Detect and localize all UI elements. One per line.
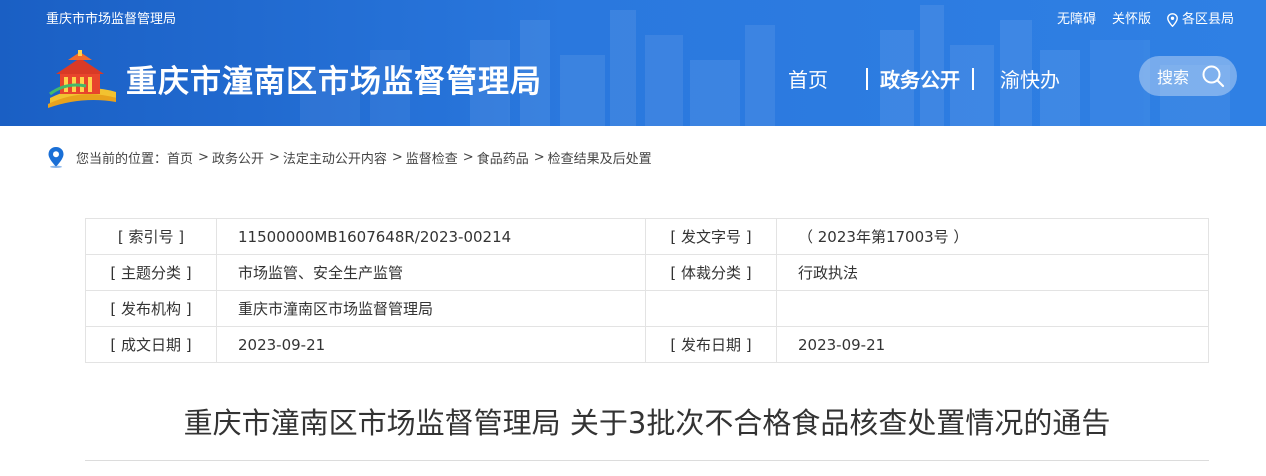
meta-key-topic: [ 主题分类 ] [85,254,217,291]
search-label: 搜索 [1157,68,1190,87]
breadcrumb-separator: > [198,149,209,165]
article-title: 重庆市潼南区市场监督管理局 关于3批次不合格食品核查处置情况的通告 [183,406,1111,440]
breadcrumb-prefix: 您当前的位置： [76,151,168,167]
district-bureaus-link[interactable]: 各区县局 [1167,8,1234,27]
meta-value-publisher: 重庆市潼南区市场监督管理局 [216,290,646,327]
meta-key-written-date: [ 成文日期 ] [85,326,217,363]
breadcrumb-food-drug[interactable]: 食品药品 [477,148,529,167]
parent-site-link[interactable]: 重庆市市场监督管理局 [46,8,176,27]
meta-value-genre: 行政执法 [776,254,1209,291]
meta-key-index: [ 索引号 ] [85,218,217,255]
table-row: [ 成文日期 ] 2023-09-21 [ 发布日期 ] 2023-09-21 [85,326,1209,363]
meta-value-empty [776,290,1209,327]
top-links: 无障碍 关怀版 各区县局 [1057,8,1234,27]
meta-value-written-date: 2023-09-21 [216,326,646,363]
document-meta-table: [ 索引号 ] 11500000MB1607648R/2023-00214 [ … [85,218,1209,363]
nav-divider [866,67,868,90]
breadcrumb-gov-affairs[interactable]: 政务公开 [212,148,264,167]
location-marker-icon [48,147,64,168]
meta-key-publisher: [ 发布机构 ] [85,290,217,327]
meta-key-publish-date: [ 发布日期 ] [645,326,777,363]
site-title[interactable]: 重庆市潼南区市场监督管理局 [126,56,542,101]
nav-yukuaiban[interactable]: 渝快办 [1000,64,1060,93]
breadcrumb-separator: > [462,149,474,165]
meta-key-genre: [ 体裁分类 ] [645,254,777,291]
search-icon [1202,65,1225,88]
nav-gov-affairs[interactable]: 政务公开 [880,64,960,93]
main-nav: 首页 政务公开 渝快办 [788,64,1060,93]
location-pin-icon [1167,12,1178,27]
elder-mode-link[interactable]: 关怀版 [1112,8,1151,27]
breadcrumb: 您当前的位置： 首页 > 政务公开 > 法定主动公开内容 > 监督检查 > 食品… [46,146,652,168]
nav-divider [972,67,974,90]
breadcrumb-home[interactable]: 首页 [167,148,193,167]
title-divider [85,460,1209,461]
meta-key-doc-number: [ 发文字号 ] [645,218,777,255]
meta-value-index: 11500000MB1607648R/2023-00214 [216,218,646,255]
breadcrumb-statutory-disclosure[interactable]: 法定主动公开内容 [283,148,387,167]
breadcrumb-supervision[interactable]: 监督检查 [406,148,458,167]
table-row: [ 索引号 ] 11500000MB1607648R/2023-00214 [ … [85,218,1209,255]
meta-key-empty [645,290,777,327]
table-row: [ 主题分类 ] 市场监管、安全生产监管 [ 体裁分类 ] 行政执法 [85,254,1209,291]
breadcrumb-inspection-results[interactable]: 检查结果及后处置 [548,148,652,167]
breadcrumb-separator: > [268,149,280,165]
accessibility-link[interactable]: 无障碍 [1057,8,1096,27]
emblem-logo[interactable] [46,48,118,110]
site-header: 重庆市市场监督管理局 无障碍 关怀版 各区县局 重庆市潼南区市场监督管理局 首页… [0,0,1266,126]
table-row: [ 发布机构 ] 重庆市潼南区市场监督管理局 [85,290,1209,327]
breadcrumb-separator: > [533,149,545,165]
nav-home[interactable]: 首页 [788,64,828,93]
meta-value-topic: 市场监管、安全生产监管 [216,254,646,291]
meta-value-publish-date: 2023-09-21 [776,326,1209,363]
breadcrumb-separator: > [391,149,403,165]
district-bureaus-label: 各区县局 [1181,12,1234,27]
meta-value-doc-number: （ 2023年第17003号 ） [776,218,1209,255]
search-button[interactable]: 搜索 [1139,56,1237,96]
